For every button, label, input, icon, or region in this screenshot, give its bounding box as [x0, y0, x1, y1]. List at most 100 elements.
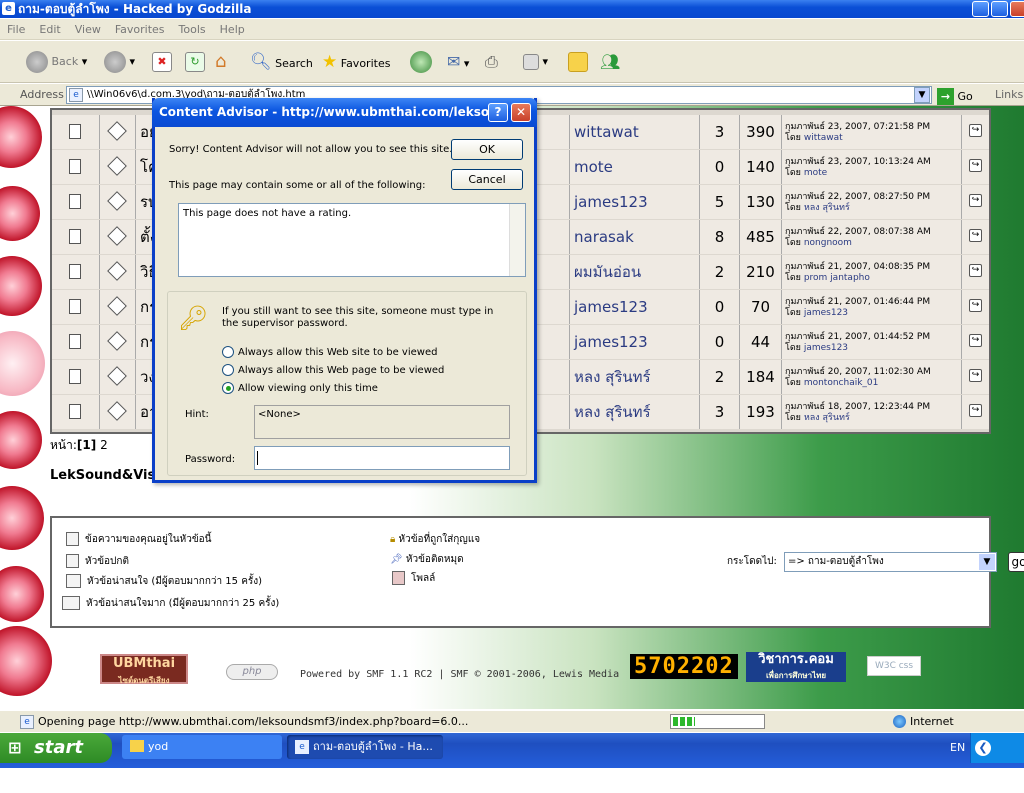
address-dropdown-icon[interactable]: ▼	[914, 87, 930, 103]
option-once[interactable]: Allow viewing only this time	[222, 382, 378, 395]
legend-sticky: 📌︎ หัวข้อติดหมุด	[390, 554, 464, 565]
powered-by-text: Powered by SMF 1.1 RC2 | SMF © 2001-2006…	[300, 669, 620, 680]
option-page[interactable]: Always allow this Web page to be viewed	[222, 364, 444, 377]
last-post-icon[interactable]: ↪	[962, 115, 989, 149]
radio-site[interactable]	[222, 346, 234, 358]
dialog-message: Sorry! Content Advisor will not allow yo…	[169, 144, 453, 155]
page-link[interactable]: 2	[100, 438, 108, 452]
home-button[interactable]: ⌂	[215, 51, 226, 73]
menu-view[interactable]: View	[75, 23, 101, 36]
language-indicator[interactable]: EN	[950, 733, 965, 763]
menu-file[interactable]: File	[7, 23, 25, 36]
menu-edit[interactable]: Edit	[39, 23, 60, 36]
last-post-icon[interactable]: ↪	[962, 220, 989, 254]
vcharkarn-banner[interactable]: วิชาการ.คอม เพื่อการศึกษาไทย	[746, 652, 846, 682]
stop-button[interactable]: ✖	[152, 51, 172, 73]
radio-page[interactable]	[222, 364, 234, 376]
forward-button[interactable]: ▾	[104, 51, 135, 73]
last-post-icon[interactable]: ↪	[962, 325, 989, 359]
mail-button[interactable]: ✉ ▾	[447, 51, 469, 73]
topic-views: 390	[740, 115, 782, 149]
list-scrollbar[interactable]	[509, 204, 525, 276]
favorites-button[interactable]: ★ Favorites	[322, 51, 390, 73]
topic-views: 44	[740, 325, 782, 359]
star-icon: ★	[322, 52, 338, 72]
diamond-icon	[107, 121, 127, 141]
topic-poster[interactable]: narasak	[570, 220, 700, 254]
minimize-button[interactable]	[972, 1, 989, 17]
topic-poster[interactable]: james123	[570, 185, 700, 219]
page-icon: e	[69, 88, 83, 102]
legend-very-hot: หัวข้อน่าสนใจมาก (มีผู้ตอบมากกว่า 25 ครั…	[62, 596, 279, 611]
messenger-button[interactable]: 👥︎	[600, 51, 620, 73]
ok-button[interactable]: OK	[451, 139, 523, 160]
progress-bar	[670, 714, 765, 729]
topic-type-cell	[100, 185, 136, 219]
maximize-button[interactable]	[991, 1, 1008, 17]
diamond-icon	[107, 191, 127, 211]
clock: 13:59	[971, 771, 1003, 784]
jump-go-button[interactable]: go	[1008, 552, 1024, 572]
history-button[interactable]	[410, 51, 432, 73]
start-button[interactable]: ⊞ start	[0, 733, 112, 763]
jump-select[interactable]: => ถาม-ตอบตู้ลำโพง ▼	[784, 552, 997, 572]
topic-icon-cell	[52, 220, 100, 254]
topic-type-cell	[100, 290, 136, 324]
topic-page-icon	[69, 369, 81, 384]
menu-tools[interactable]: Tools	[179, 23, 206, 36]
topic-icon-cell	[52, 150, 100, 184]
topic-page-icon	[69, 194, 81, 209]
ubmthai-logo[interactable]: UBMthai ไซต์ดนตรีเสียง	[100, 654, 188, 685]
legend-my-posts: ข้อความของคุณอยู่ในหัวข้อนี้	[66, 532, 212, 547]
edit-button[interactable]: ▾	[523, 51, 548, 73]
topic-page-icon	[69, 229, 81, 244]
back-arrow-icon	[26, 51, 48, 73]
topic-poster[interactable]: ผมมันอ่อน	[570, 255, 700, 289]
address-label: Address	[20, 88, 64, 101]
normal-topic-icon	[66, 554, 79, 568]
option-site[interactable]: Always allow this Web site to be viewed	[222, 346, 437, 359]
visitor-counter: 5702202	[630, 654, 738, 679]
topic-replies: 0	[700, 290, 740, 324]
last-post-icon[interactable]: ↪	[962, 360, 989, 394]
chevron-left-icon[interactable]: ❮	[975, 740, 991, 756]
last-post-icon[interactable]: ↪	[962, 255, 989, 289]
folder-button[interactable]	[568, 51, 588, 73]
last-post-icon[interactable]: ↪	[962, 290, 989, 324]
topic-poster[interactable]: james123	[570, 325, 700, 359]
dialog-close-button[interactable]: ✕	[511, 103, 531, 122]
search-button[interactable]: 🔍︎ Search	[250, 51, 313, 73]
last-post-icon[interactable]: ↪	[962, 395, 989, 429]
last-post-icon[interactable]: ↪	[962, 150, 989, 184]
go-button[interactable]: → Go	[937, 86, 973, 108]
php-badge[interactable]: php	[226, 664, 278, 680]
topic-poster[interactable]: หลง สุรินทร์	[570, 395, 700, 429]
diamond-icon	[107, 401, 127, 421]
links-button[interactable]: Links	[995, 84, 1023, 106]
radio-once[interactable]	[222, 382, 234, 394]
w3c-css-badge[interactable]: W3C css	[867, 656, 921, 676]
topic-poster[interactable]: mote	[570, 150, 700, 184]
cancel-button[interactable]: Cancel	[451, 169, 523, 190]
pagination: หน้า:[1] 2	[50, 438, 108, 452]
topic-poster[interactable]: james123	[570, 290, 700, 324]
rating-list[interactable]: This page does not have a rating.	[178, 203, 526, 277]
topic-views: 70	[740, 290, 782, 324]
refresh-button[interactable]: ↻	[185, 51, 205, 73]
password-field[interactable]	[254, 446, 510, 470]
menu-favorites[interactable]: Favorites	[115, 23, 165, 36]
taskbar-item-yod[interactable]: yod	[122, 735, 282, 759]
help-icon[interactable]: ?	[488, 103, 508, 122]
taskbar-item-browser[interactable]: e ถาม-ตอบตู้ลำโพง - Ha...	[287, 735, 443, 759]
print-button[interactable]: ⎙	[485, 51, 498, 73]
close-button[interactable]	[1010, 1, 1024, 17]
topic-poster[interactable]: wittawat	[570, 115, 700, 149]
topic-page-icon	[69, 404, 81, 419]
window-title-bar: e ถาม-ตอบตู้ลำโพง - Hacked by Godzilla	[0, 0, 1024, 18]
list-label: This page may contain some or all of the…	[169, 180, 426, 191]
last-post-icon[interactable]: ↪	[962, 185, 989, 219]
menu-help[interactable]: Help	[220, 23, 245, 36]
back-button[interactable]: Back ▾	[26, 51, 87, 73]
topic-poster[interactable]: หลง สุรินทร์	[570, 360, 700, 394]
diamond-icon	[107, 226, 127, 246]
